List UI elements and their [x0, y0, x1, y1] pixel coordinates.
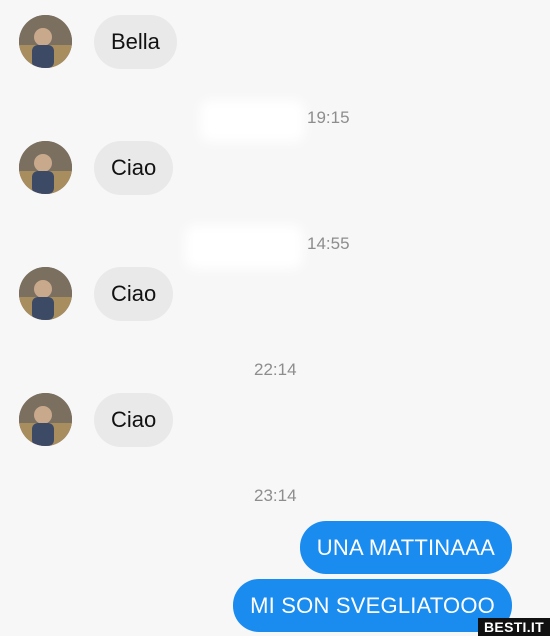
message-text: Ciao	[111, 407, 157, 432]
watermark: BESTI.IT	[478, 618, 550, 636]
incoming-message-bubble[interactable]: Ciao	[94, 267, 174, 321]
avatar-photo-icon	[19, 393, 72, 446]
avatar-photo-icon	[19, 267, 72, 320]
message-timestamp: 23:14	[254, 486, 297, 505]
contact-avatar[interactable]	[19, 267, 72, 320]
message-text: UNA MATTINAAA	[316, 534, 495, 560]
contact-avatar[interactable]	[19, 141, 72, 194]
outgoing-message-bubble[interactable]: MI SON SVEGLIATOOO	[233, 579, 512, 632]
message-timestamp: 19:15	[307, 108, 350, 127]
outgoing-message-bubble[interactable]: UNA MATTINAAA	[299, 521, 512, 574]
contact-avatar[interactable]	[19, 393, 72, 446]
incoming-message-bubble[interactable]: Bella	[94, 15, 177, 69]
message-timestamp: 22:14	[254, 360, 297, 379]
avatar-photo-icon	[19, 141, 72, 194]
avatar-photo-icon	[19, 15, 72, 68]
message-text: MI SON SVEGLIATOOO	[250, 592, 495, 618]
incoming-message-bubble[interactable]: Ciao	[94, 141, 174, 195]
message-text: Bella	[111, 29, 160, 54]
contact-avatar[interactable]	[19, 15, 72, 68]
message-timestamp: 14:55	[307, 234, 350, 253]
redacted-area	[185, 225, 303, 269]
message-text: Ciao	[111, 155, 157, 180]
message-text: Ciao	[111, 281, 157, 306]
incoming-message-bubble[interactable]: Ciao	[94, 393, 174, 447]
chat-thread: Bella 19:15 Ciao 14:55 Ciao 22:14 Ciao 2…	[0, 0, 550, 636]
redacted-area	[200, 100, 305, 142]
